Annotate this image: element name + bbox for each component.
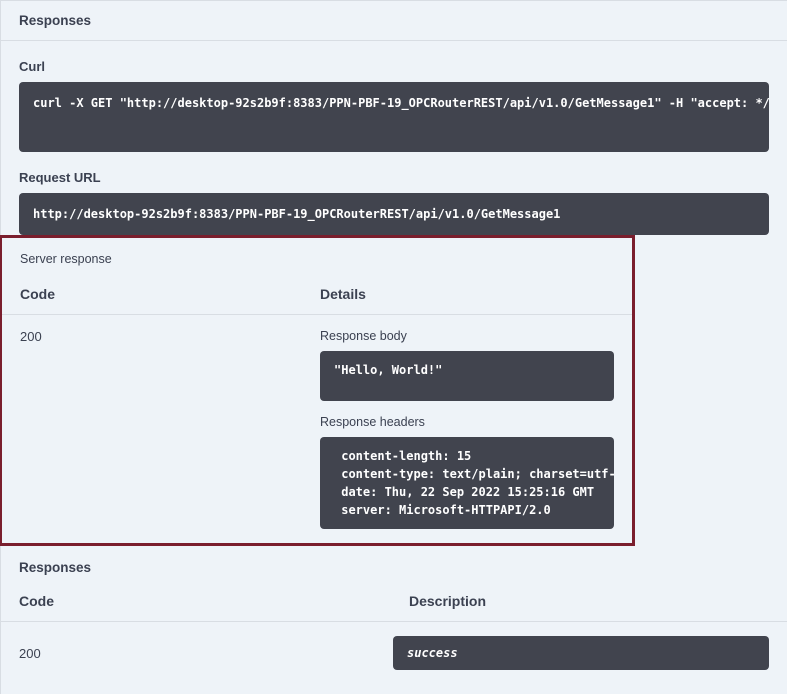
column-details-header: Details [320,286,366,302]
responses-column-code: Code [19,593,409,609]
responses-row: 200 success [1,622,787,670]
response-headers-label: Response headers [320,415,614,429]
responses-header-row: Code Description [1,583,787,622]
response-code: 200 [20,329,320,529]
panel-title: Responses [1,1,787,41]
responses-row-description[interactable]: success [393,636,769,670]
request-url-section: Request URL http://desktop-92s2b9f:8383/… [1,170,787,235]
curl-command[interactable]: curl -X GET "http://desktop-92s2b9f:8383… [19,82,769,152]
request-url-label: Request URL [19,170,769,185]
request-url-value[interactable]: http://desktop-92s2b9f:8383/PPN-PBF-19_O… [19,193,769,235]
server-response-header-row: Code Details [2,276,632,315]
response-headers[interactable]: content-length: 15 content-type: text/pl… [320,437,614,529]
curl-label: Curl [19,59,769,74]
response-body-label: Response body [320,329,614,343]
responses-column-description: Description [409,593,486,609]
responses-section: Responses Code Description 200 success [1,546,787,670]
response-body[interactable]: "Hello, World!" [320,351,614,401]
server-response-row: 200 Response body "Hello, World!" Respon… [2,315,632,529]
responses-panel: Responses Curl curl -X GET "http://deskt… [0,0,787,694]
server-response-highlight: Server response Code Details 200 Respons… [0,235,635,546]
curl-section: Curl curl -X GET "http://desktop-92s2b9f… [1,59,787,152]
server-response-label: Server response [2,252,632,266]
responses-section-label: Responses [1,546,787,583]
responses-row-code: 200 [19,646,393,661]
column-code-header: Code [20,286,320,302]
